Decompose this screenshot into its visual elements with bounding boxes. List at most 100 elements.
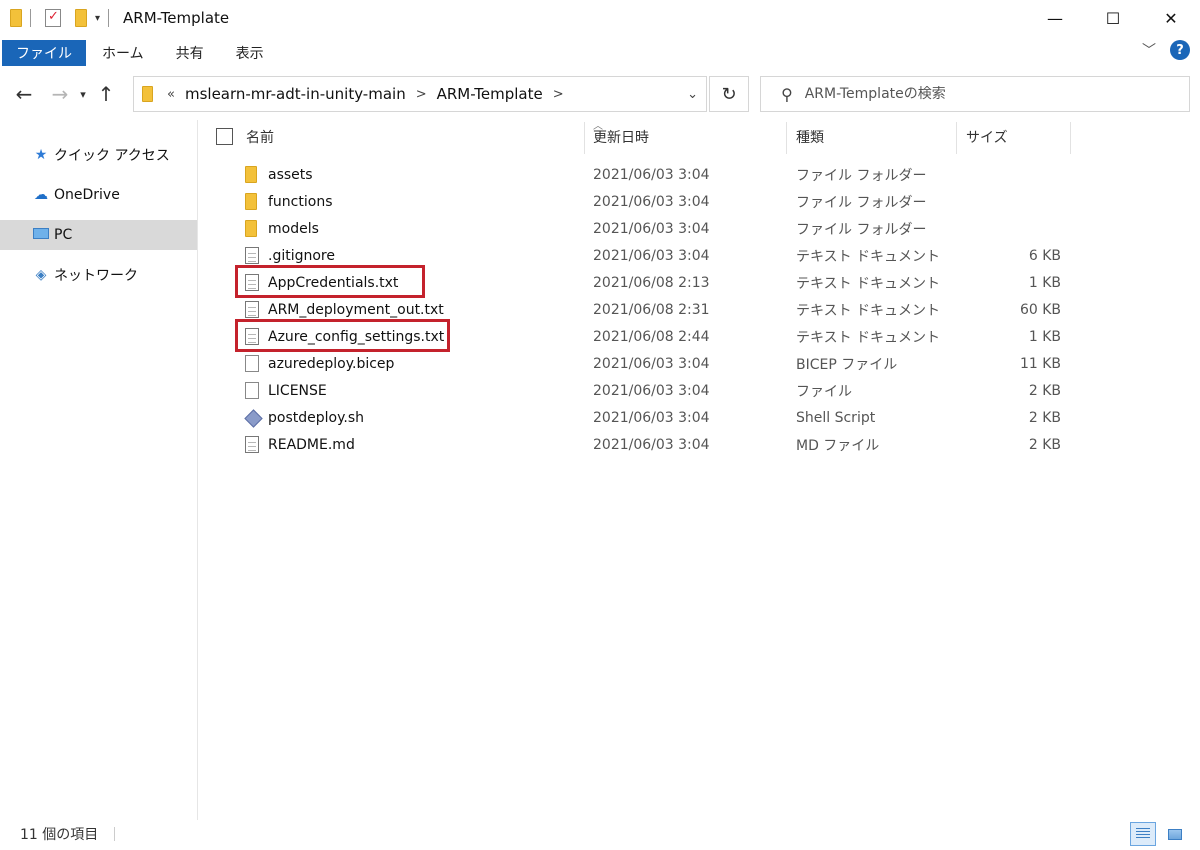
up-arrow-icon[interactable]: ↑	[92, 78, 120, 110]
file-date: 2021/06/08 2:44	[593, 329, 710, 345]
annotation-highlight-box	[235, 319, 450, 352]
large-icons-view-button[interactable]	[1162, 822, 1188, 846]
star-icon: ★	[34, 147, 48, 163]
file-size: 6 KB	[1028, 248, 1061, 264]
window-controls: — ☐ ✕	[1026, 0, 1200, 36]
nav-item-onedrive[interactable]: ☁ OneDrive	[0, 180, 197, 210]
file-size	[960, 216, 1061, 242]
file-size: 1 KB	[1028, 329, 1061, 345]
large-icons-view-icon	[1168, 828, 1182, 840]
recent-locations-chevron-icon[interactable]: ▾	[74, 78, 92, 110]
minimize-button[interactable]: —	[1026, 0, 1084, 36]
file-name: LICENSE	[268, 383, 327, 399]
network-icon: ◈	[35, 267, 47, 283]
toolbar-divider	[108, 9, 110, 27]
folder-icon	[245, 193, 257, 210]
ribbon-tabs: ファイル ホーム 共有 表示 ﹀ ?	[0, 38, 1200, 68]
file-type: ファイル フォルダー	[796, 222, 927, 238]
address-bar[interactable]: « mslearn-mr-adt-in-unity-main > ARM-Tem…	[133, 76, 707, 112]
folder-icon[interactable]	[10, 9, 22, 27]
properties-icon[interactable]	[45, 9, 61, 27]
status-bar: 11 個の項目	[0, 818, 1200, 850]
annotation-highlight-box	[235, 265, 425, 298]
file-type: MD ファイル	[796, 438, 880, 454]
status-divider	[114, 827, 116, 841]
folder-icon	[245, 220, 257, 237]
nav-item-network[interactable]: ◈ ネットワーク	[0, 260, 197, 290]
nav-item-label: クイック アクセス	[54, 148, 170, 164]
file-row[interactable]: functions 2021/06/03 3:04 ファイル フォルダー	[200, 189, 1080, 215]
column-divider[interactable]	[786, 122, 787, 154]
file-type: Shell Script	[796, 410, 876, 426]
item-count: 11 個の項目	[20, 827, 99, 843]
breadcrumb-item[interactable]: mslearn-mr-adt-in-unity-main	[185, 85, 406, 103]
expand-ribbon-chevron-icon[interactable]: ﹀	[1142, 40, 1156, 60]
file-size: 11 KB	[1019, 356, 1061, 372]
file-date: 2021/06/03 3:04	[593, 221, 710, 237]
breadcrumb-overflow[interactable]: «	[167, 87, 175, 102]
file-date: 2021/06/03 3:04	[593, 410, 710, 426]
search-input[interactable]	[804, 86, 1165, 102]
tab-file[interactable]: ファイル	[2, 40, 86, 66]
close-button[interactable]: ✕	[1142, 0, 1200, 36]
text-file-icon	[245, 301, 259, 318]
file-type: ファイル フォルダー	[796, 168, 927, 184]
tab-home[interactable]: ホーム	[86, 40, 160, 66]
file-name: models	[268, 221, 319, 237]
tab-view[interactable]: 表示	[220, 40, 280, 66]
folder-icon	[245, 166, 257, 183]
view-toggle-group	[1130, 822, 1188, 846]
forward-arrow-icon[interactable]: →	[46, 78, 74, 110]
column-divider[interactable]	[1070, 122, 1071, 154]
maximize-button[interactable]: ☐	[1084, 0, 1142, 36]
new-folder-icon[interactable]	[75, 9, 87, 27]
tab-share[interactable]: 共有	[160, 40, 220, 66]
address-dropdown-chevron-icon[interactable]: ⌄	[687, 87, 698, 102]
file-date: 2021/06/03 3:04	[593, 356, 710, 372]
search-icon: ⚲	[781, 84, 793, 104]
text-file-icon	[245, 436, 259, 453]
details-view-button[interactable]	[1130, 822, 1156, 846]
file-date: 2021/06/03 3:04	[593, 248, 710, 264]
back-arrow-icon[interactable]: ←	[10, 78, 38, 110]
breadcrumb-separator-icon[interactable]: >	[553, 87, 564, 102]
blank-file-icon	[245, 382, 259, 399]
file-row[interactable]: models 2021/06/03 3:04 ファイル フォルダー	[200, 216, 1080, 242]
file-size	[960, 162, 1061, 188]
column-divider[interactable]	[956, 122, 957, 154]
file-row[interactable]: assets 2021/06/03 3:04 ファイル フォルダー	[200, 162, 1080, 188]
file-row[interactable]: postdeploy.sh 2021/06/03 3:04 Shell Scri…	[200, 405, 1080, 431]
file-size: 2 KB	[1028, 410, 1061, 426]
file-size: 1 KB	[1028, 275, 1061, 291]
folder-icon	[142, 86, 153, 102]
column-header-date[interactable]: 更新日時	[593, 120, 649, 154]
file-type: テキスト ドキュメント	[796, 330, 941, 346]
file-row[interactable]: azuredeploy.bicep 2021/06/03 3:04 BICEP …	[200, 351, 1080, 377]
select-all-checkbox[interactable]	[216, 128, 233, 145]
column-header-size[interactable]: サイズ	[966, 120, 1008, 154]
cloud-icon: ☁	[34, 187, 48, 203]
breadcrumb-separator-icon[interactable]: >	[416, 87, 427, 102]
help-icon[interactable]: ?	[1170, 40, 1190, 60]
column-header-name[interactable]: 名前	[246, 120, 274, 154]
file-row[interactable]: LICENSE 2021/06/03 3:04 ファイル 2 KB	[200, 378, 1080, 404]
refresh-button[interactable]: ↻	[709, 76, 749, 112]
nav-item-label: OneDrive	[54, 187, 120, 203]
title-bar: ▾ ARM-Template — ☐ ✕	[0, 0, 1200, 36]
file-row[interactable]: README.md 2021/06/03 3:04 MD ファイル 2 KB	[200, 432, 1080, 458]
text-file-icon	[245, 247, 259, 264]
file-date: 2021/06/03 3:04	[593, 167, 710, 183]
blank-file-icon	[245, 355, 259, 372]
column-divider[interactable]	[584, 122, 585, 154]
nav-item-quick-access[interactable]: ★ クイック アクセス	[0, 140, 197, 170]
file-name: functions	[268, 194, 333, 210]
search-box[interactable]: ⚲	[760, 76, 1190, 112]
file-name: postdeploy.sh	[268, 410, 364, 426]
column-header-type[interactable]: 種類	[796, 120, 824, 154]
nav-item-pc[interactable]: PC	[0, 220, 197, 250]
nav-item-label: ネットワーク	[54, 268, 138, 284]
details-view-icon	[1136, 828, 1150, 840]
file-size: 60 KB	[1019, 302, 1061, 318]
customize-toolbar-dropdown-icon[interactable]: ▾	[95, 13, 100, 24]
breadcrumb-item[interactable]: ARM-Template	[437, 85, 543, 103]
